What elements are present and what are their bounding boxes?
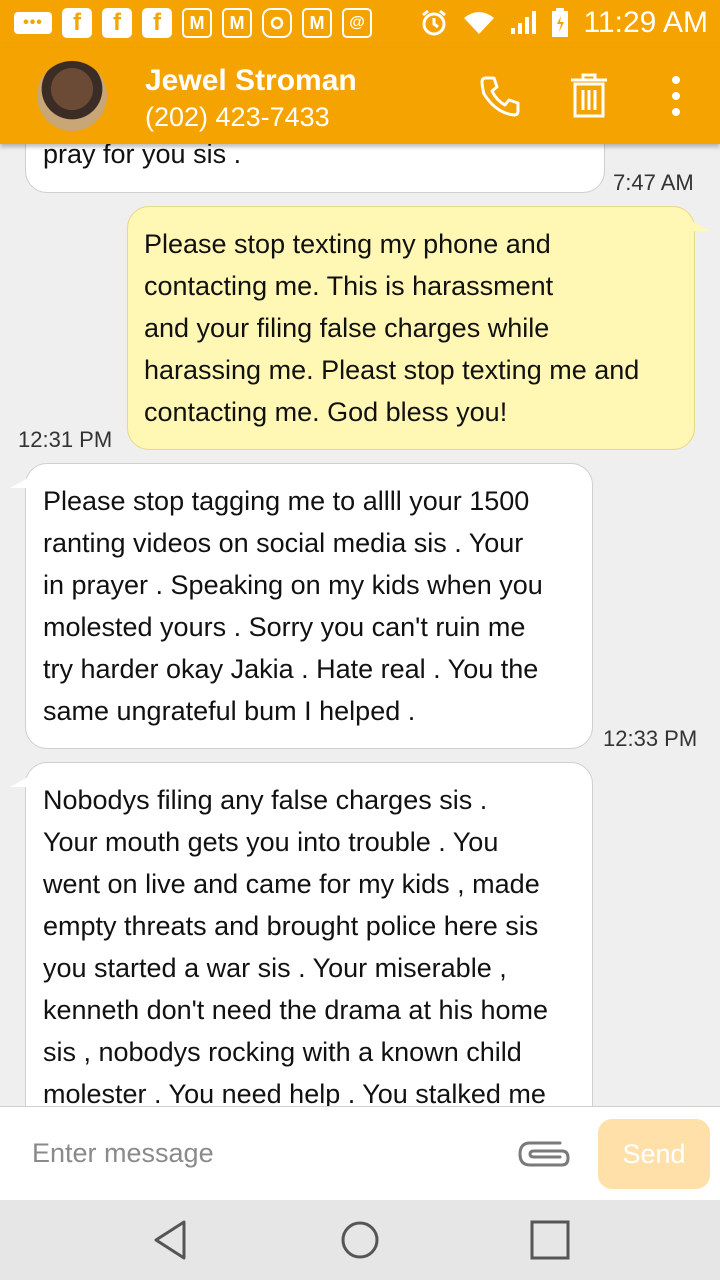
recents-icon[interactable]	[528, 1218, 572, 1262]
message-time: 12:33 PM	[603, 726, 698, 751]
gmail-icon: M	[222, 8, 252, 38]
delete-button[interactable]	[563, 70, 615, 122]
message-line: went on live and came for my kids , made	[43, 869, 540, 899]
message-time: 12:31 PM	[18, 427, 113, 452]
contact-avatar[interactable]	[37, 61, 107, 131]
message-line: try harder okay Jakia . Hate real . You …	[43, 654, 539, 684]
alarm-icon	[422, 9, 447, 36]
signal-icon	[511, 11, 537, 34]
more-vert-icon	[672, 76, 680, 116]
message-text: pray for you sis .	[43, 144, 242, 169]
clock: 11:29 AM	[583, 6, 708, 39]
message-line: harassing me. Pleast stop texting me and	[144, 355, 640, 385]
gmail-icon: M	[302, 8, 332, 38]
trash-icon	[571, 73, 607, 118]
status-bar: ••• f f f M M M @ 11:29 AM	[0, 0, 720, 48]
message-line: empty threats and brought police here si…	[43, 911, 539, 941]
message-line: molested yours . Sorry you can't ruin me	[43, 612, 526, 642]
message-composer: Send	[0, 1106, 720, 1201]
message-line: kenneth don't need the drama at his home	[43, 995, 548, 1025]
call-button[interactable]	[474, 70, 526, 122]
wifi-icon	[464, 12, 495, 34]
message-input[interactable]	[30, 1127, 494, 1179]
notification-icons: ••• f f f M M M @	[14, 8, 372, 38]
back-icon[interactable]	[148, 1218, 192, 1262]
message-line: and your filing false charges while	[144, 313, 550, 343]
attachment-icon[interactable]	[516, 1137, 572, 1171]
facebook-icon: f	[62, 8, 92, 38]
contact-name: Jewel Stroman	[145, 64, 357, 97]
message-time: 7:47 AM	[613, 170, 694, 195]
gmail-icon: M	[182, 8, 212, 38]
incoming-message[interactable]: Please stop tagging me to allll your 150…	[10, 463, 593, 749]
message-line: molester . You need help . You stalked m…	[43, 1079, 546, 1106]
message-line: same ungrateful bum I helped .	[43, 696, 416, 726]
outgoing-message[interactable]: Please stop texting my phone and contact…	[127, 206, 710, 450]
navigation-bar	[0, 1200, 720, 1280]
conversation-header: Jewel Stroman (202) 423-7433	[0, 48, 720, 144]
instagram-icon	[262, 8, 292, 38]
send-button[interactable]: Send	[598, 1119, 710, 1189]
message-line: ranting videos on social media sis . You…	[43, 528, 524, 558]
facebook-icon: f	[142, 8, 172, 38]
contact-number: (202) 423-7433	[145, 102, 330, 132]
message-line: Nobodys filing any false charges sis .	[43, 785, 488, 815]
facebook-icon: f	[102, 8, 132, 38]
message-line: you started a war sis . Your miserable ,	[43, 953, 507, 983]
message-line: Please stop texting my phone and	[144, 229, 551, 259]
email-icon: @	[342, 8, 372, 38]
message-line: in prayer . Speaking on my kids when you	[43, 570, 543, 600]
message-list[interactable]: pray for you sis . 7:47 AM Please stop t…	[0, 144, 720, 1106]
incoming-message[interactable]: Nobodys filing any false charges sis . Y…	[10, 762, 593, 1106]
message-line: Please stop tagging me to allll your 150…	[43, 486, 530, 516]
incoming-message[interactable]: pray for you sis .	[25, 144, 605, 193]
message-line: contacting me. This is harassment	[144, 271, 554, 301]
more-notifications-icon: •••	[14, 12, 52, 34]
message-line: contacting me. God bless you!	[144, 397, 508, 427]
message-line: sis , nobodys rocking with a known child	[43, 1037, 522, 1067]
home-icon[interactable]	[338, 1218, 382, 1262]
overflow-menu-button[interactable]	[650, 70, 702, 122]
battery-icon	[552, 8, 569, 37]
phone-icon	[480, 76, 520, 117]
message-line: Your mouth gets you into trouble . You	[43, 827, 499, 857]
